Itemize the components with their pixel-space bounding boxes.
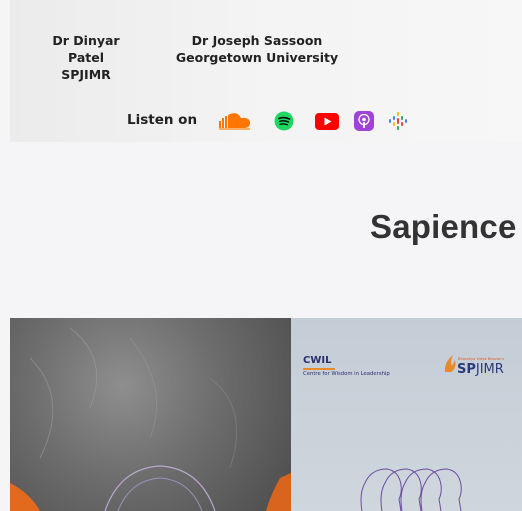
textured-artwork xyxy=(10,327,291,511)
listen-on-label: Listen on xyxy=(127,112,198,128)
section-heading: Sapience xyxy=(370,208,517,245)
cover-artwork-right: CWIL Centre for Wisdom in Leadership Bha… xyxy=(291,318,522,511)
heads-line-art-icon xyxy=(360,468,462,511)
speaker-1: Dr Dinyar Patel SPJIMR xyxy=(36,32,136,83)
podcast-banner: Dr Dinyar Patel SPJIMR Dr Joseph Sassoon… xyxy=(10,0,522,142)
cwil-subtitle: Centre for Wisdom in Leadership xyxy=(303,371,390,377)
speaker-1-affiliation: SPJIMR xyxy=(61,67,111,82)
spjimr-flame-icon xyxy=(444,355,456,372)
spjimr-logo: SPJIMR xyxy=(457,362,504,377)
spotify-icon[interactable] xyxy=(274,111,294,131)
spjimr-tagline: Bharatiya Vidya Bhavan's xyxy=(458,357,505,361)
spjimr-jimr: JIMR xyxy=(475,362,504,377)
cwil-underline xyxy=(303,368,335,370)
speaker-2: Dr Joseph Sassoon Georgetown University xyxy=(174,32,340,66)
apple-podcasts-icon[interactable] xyxy=(354,111,374,131)
youtube-icon[interactable] xyxy=(315,113,339,130)
google-podcasts-icon[interactable] xyxy=(388,111,408,131)
speaker-2-name: Dr Joseph Sassoon xyxy=(191,33,323,48)
cwil-logo-title: CWIL xyxy=(303,355,332,366)
spjimr-sp: SP xyxy=(457,362,476,377)
speaker-2-affiliation: Georgetown University xyxy=(175,50,339,65)
cover-artwork-left xyxy=(10,318,291,511)
speaker-1-name: Dr Dinyar Patel xyxy=(52,33,120,65)
soundcloud-icon[interactable] xyxy=(217,111,253,131)
